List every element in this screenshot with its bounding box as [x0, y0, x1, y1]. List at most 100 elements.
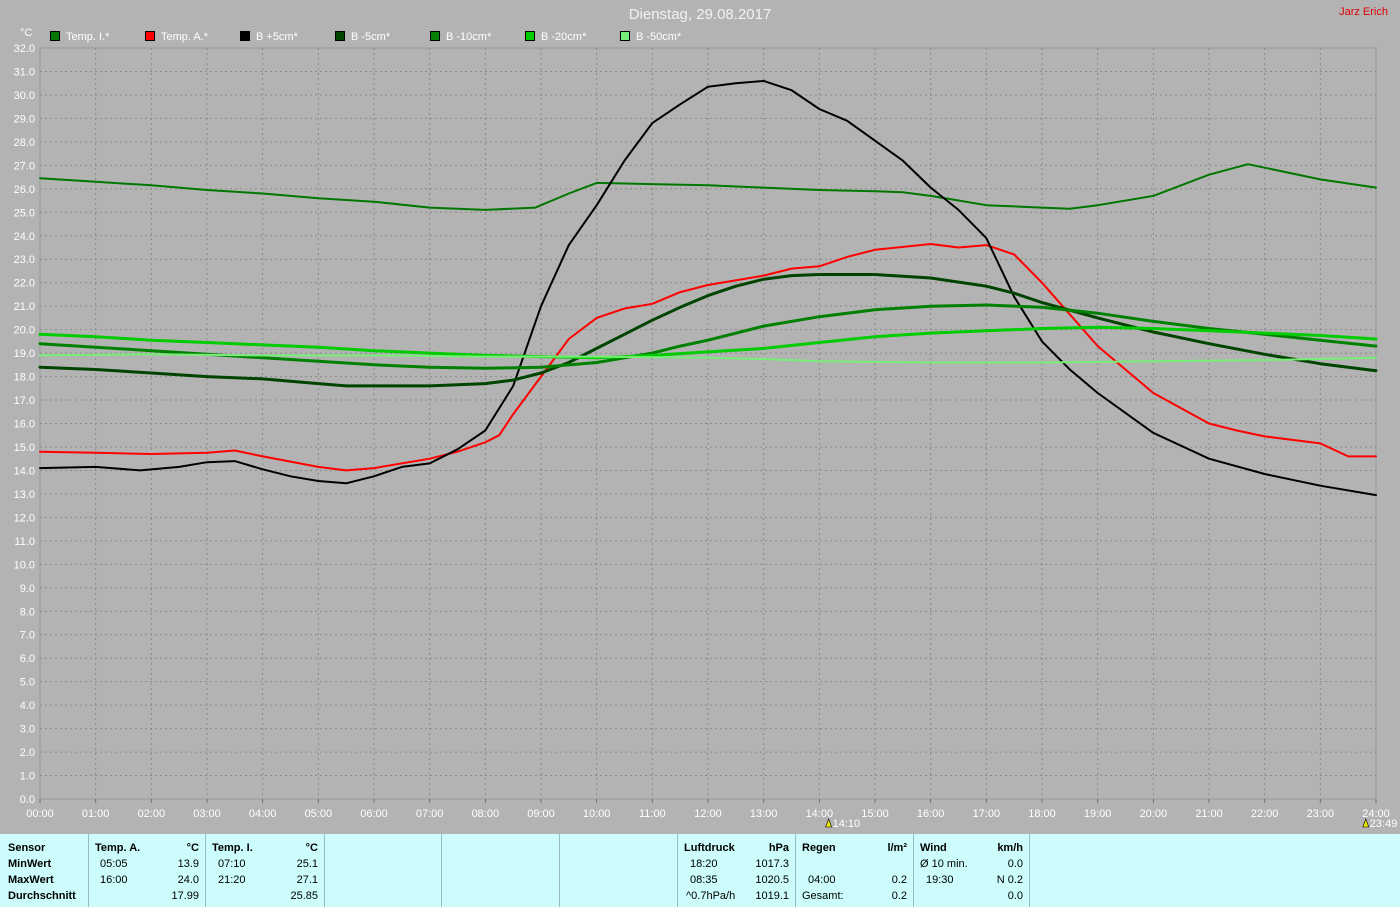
stats-col-temp-a: Temp. A. °C 05:05 13.9 16:00 24.0 17.99	[89, 834, 206, 907]
stats-col-sensor: Sensor MinWert MaxWert Durchschnitt	[0, 834, 89, 907]
stats-row-max-label: MaxWert	[8, 874, 54, 886]
stats-col-empty	[560, 834, 678, 907]
y-tick-label: 11.0	[14, 536, 35, 548]
stats-value: 0.0	[1007, 890, 1023, 902]
stats-value: N 0.2	[996, 874, 1023, 886]
x-tick-label: 23:00	[1307, 808, 1335, 820]
y-tick-label: 9.0	[20, 583, 35, 595]
stats-time: 08:35	[690, 874, 718, 886]
x-tick-label: 20:00	[1140, 808, 1168, 820]
y-tick-label: 1.0	[20, 771, 35, 783]
time-marker-icon	[825, 818, 833, 828]
y-tick-label: 8.0	[20, 606, 35, 618]
x-tick-label: 15:00	[861, 808, 889, 820]
stats-col-pressure: Luftdruck hPa 18:20 1017.3 08:35 1020.5 …	[678, 834, 796, 907]
stats-row-avg-label: Durchschnitt	[8, 890, 76, 902]
y-tick-label: 12.0	[14, 512, 35, 524]
y-tick-label: 7.0	[20, 630, 35, 642]
y-tick-label: 3.0	[20, 724, 35, 736]
y-tick-label: 18.0	[14, 372, 35, 384]
stats-value: 1019.1	[755, 890, 789, 902]
x-tick-label: 01:00	[82, 808, 110, 820]
stats-value: 24.0	[177, 874, 199, 886]
temperature-chart: 0.0 1.0 2.0 3.0 4.0 5.0 6.0 7.0 8.0 9.0 10.0 11.0 12…	[14, 43, 1398, 830]
x-tick-label: 05:00	[305, 808, 333, 820]
x-tick-label: 16:00	[917, 808, 945, 820]
x-tick-label: 00:00	[26, 808, 54, 820]
stats-col-empty	[1030, 834, 1400, 907]
stats-value: 13.9	[177, 858, 199, 870]
time-marker-label: 14:10	[833, 818, 861, 830]
stats-unit: l/m²	[887, 842, 907, 854]
y-tick-label: 17.0	[14, 395, 35, 407]
stats-time: 07:10	[218, 858, 246, 870]
stats-col-rain: Regen l/m² 04:00 0.2 Gesamt: 0.2	[796, 834, 914, 907]
y-tick-label: 19.0	[14, 348, 35, 360]
y-tick-label: 16.0	[14, 419, 35, 431]
y-tick-label: 27.0	[14, 160, 35, 172]
stats-unit: hPa	[768, 842, 789, 854]
stats-total-label: Gesamt:	[802, 890, 844, 902]
stats-value: 1020.5	[755, 874, 789, 886]
stats-header: Temp. A.	[95, 842, 141, 854]
stats-time: 19:30	[926, 874, 954, 886]
y-tick-label: 0.0	[20, 794, 35, 806]
stats-unit: °C	[305, 842, 318, 854]
stats-col-empty	[442, 834, 560, 907]
stats-value: 0.2	[891, 890, 907, 902]
stats-value: 25.85	[290, 890, 318, 902]
x-tick-label: 12:00	[694, 808, 722, 820]
x-tick-label: 14:00	[806, 808, 834, 820]
y-tick-label: 21.0	[14, 301, 35, 313]
y-tick-label: 32.0	[14, 43, 35, 55]
x-tick-label: 04:00	[249, 808, 277, 820]
stats-panel: Sensor MinWert MaxWert Durchschnitt Temp…	[0, 834, 1400, 907]
y-tick-label: 30.0	[14, 90, 35, 102]
y-tick-label: 24.0	[14, 231, 35, 243]
stats-header: Temp. I.	[212, 842, 253, 854]
stats-time: 05:05	[100, 858, 128, 870]
y-tick-label: 28.0	[14, 137, 35, 149]
y-tick-label: 10.0	[14, 559, 35, 571]
x-tick-label: 09:00	[527, 808, 555, 820]
stats-header: Luftdruck	[684, 842, 735, 854]
time-marker-icon	[1362, 818, 1370, 828]
x-tick-label: 21:00	[1195, 808, 1223, 820]
y-tick-label: 29.0	[14, 113, 35, 125]
y-tick-label: 26.0	[14, 184, 35, 196]
y-tick-label: 23.0	[14, 254, 35, 266]
stats-value: 0.2	[891, 874, 907, 886]
y-tick-label: 14.0	[14, 465, 35, 477]
x-tick-label: 13:00	[750, 808, 778, 820]
series-line-6	[39, 353, 1377, 364]
y-tick-label: 20.0	[14, 325, 35, 337]
stats-col-wind: Wind km/h Ø 10 min. 0.0 19:30 N 0.2 0.0	[914, 834, 1030, 907]
stats-time: 21:20	[218, 874, 246, 886]
stats-trend-label: ^0.7hPa/h	[686, 890, 736, 902]
y-tick-label: 22.0	[14, 278, 35, 290]
x-tick-label: 03:00	[193, 808, 221, 820]
y-tick-label: 13.0	[14, 489, 35, 501]
stats-header: Wind	[920, 842, 947, 854]
x-tick-label: 08:00	[472, 808, 500, 820]
x-tick-label: 07:00	[416, 808, 444, 820]
x-tick-label: 10:00	[583, 808, 611, 820]
y-tick-label: 25.0	[14, 207, 35, 219]
x-tick-label: 06:00	[360, 808, 388, 820]
stats-row-min-label: MinWert	[8, 858, 52, 870]
y-tick-label: 2.0	[20, 747, 35, 759]
y-tick-label: 5.0	[20, 677, 35, 689]
x-tick-label: 02:00	[138, 808, 166, 820]
x-tick-label: 22:00	[1251, 808, 1279, 820]
y-tick-label: 15.0	[14, 442, 35, 454]
x-tick-label: 11:00	[639, 808, 666, 820]
stats-time: 04:00	[808, 874, 836, 886]
x-tick-label: 18:00	[1028, 808, 1056, 820]
stats-unit: km/h	[997, 842, 1023, 854]
stats-time: 18:20	[690, 858, 718, 870]
x-tick-label: 19:00	[1084, 808, 1112, 820]
stats-label: Ø 10 min.	[920, 858, 968, 870]
stats-col-temp-i: Temp. I. °C 07:10 25.1 21:20 27.1 25.85	[206, 834, 325, 907]
time-marker-label: 23:49	[1370, 818, 1398, 830]
y-tick-label: 31.0	[14, 66, 35, 78]
